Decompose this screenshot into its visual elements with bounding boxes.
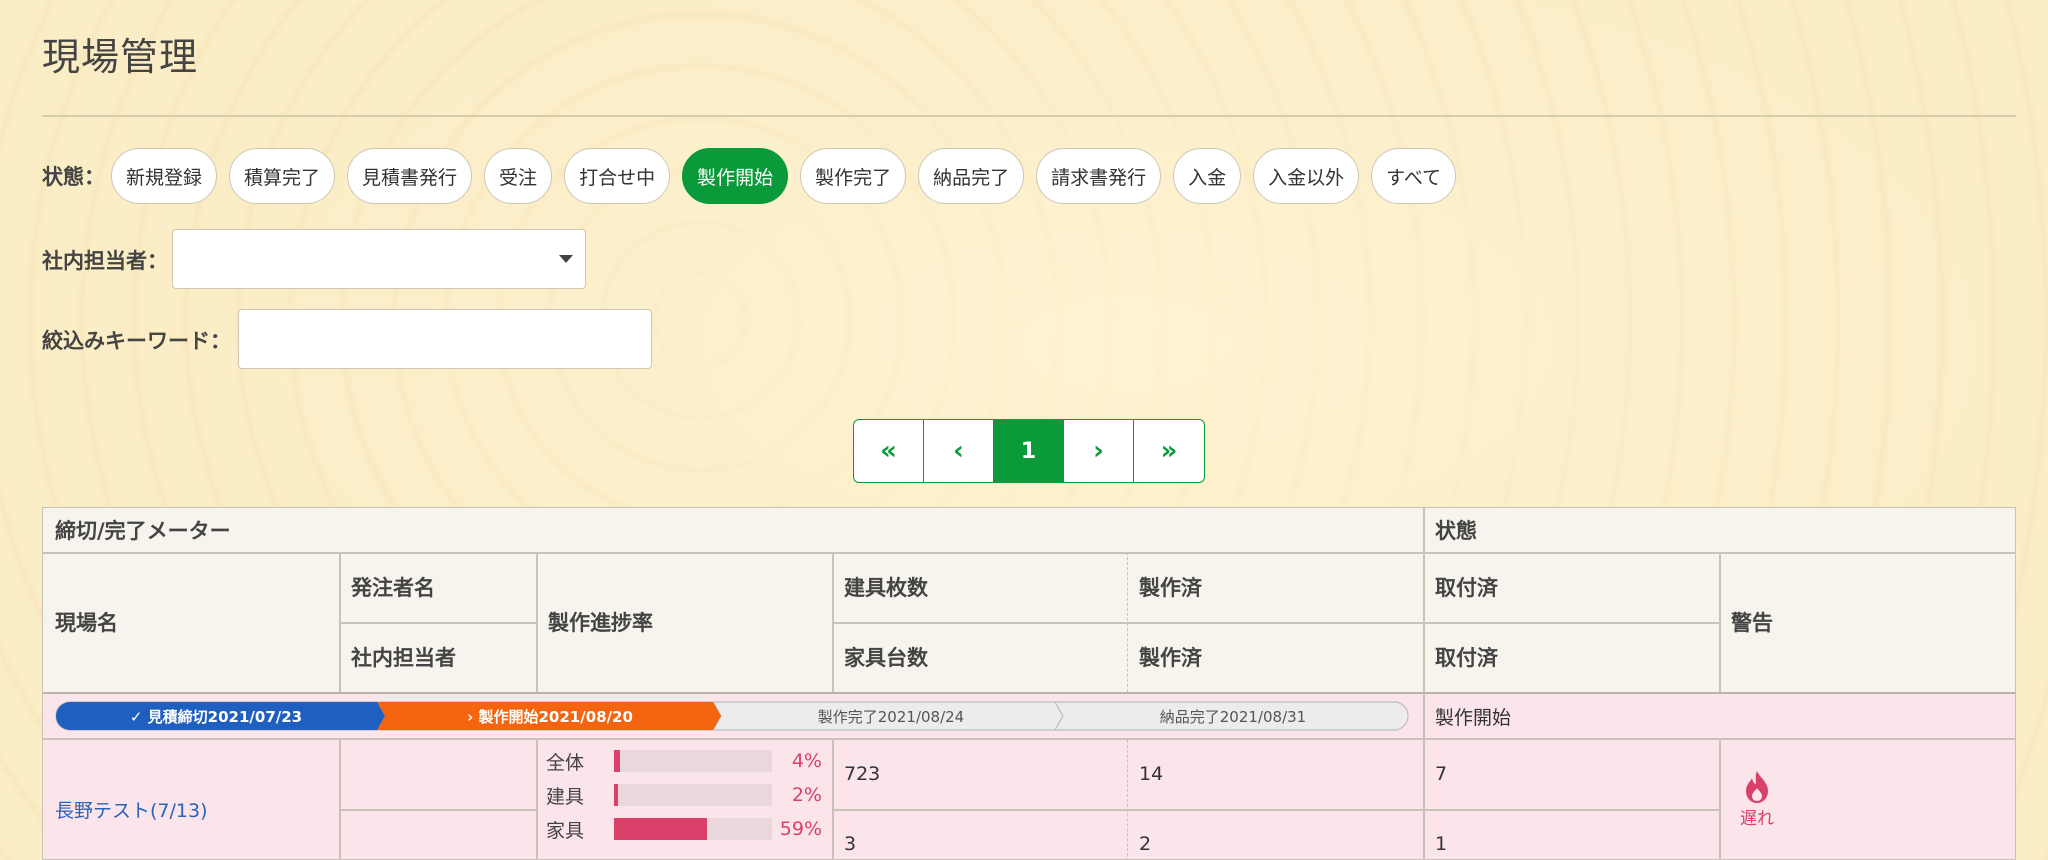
fire-icon: [1746, 771, 1768, 803]
divider: [832, 809, 1719, 811]
status-filter-label: 状態：: [42, 165, 105, 189]
status-filter: 状態： 新規登録 積算完了 見積書発行 受注 打合せ中 製作開始 製作完了 納品完了 請求書発行…: [42, 148, 1468, 204]
last-page-button[interactable]: »: [1134, 420, 1204, 482]
fitting-count-cell: 723: [844, 763, 881, 785]
progress-fill: [614, 784, 618, 806]
header-site-name: 現場名: [55, 611, 118, 635]
furniture-made-cell: 2: [1139, 833, 1152, 855]
header-installed-2: 取付済: [1435, 646, 1498, 670]
status-pill[interactable]: 受注: [484, 148, 553, 204]
milestone-production-start: › 製作開始2021/08/20: [467, 707, 633, 726]
first-page-button[interactable]: «: [854, 420, 924, 482]
progress-row: 全体 4%: [546, 748, 822, 774]
divider: [832, 740, 834, 859]
milestone-bar: ✓ 見積締切2021/07/23 › 製作開始2021/08/20 製作完了20…: [55, 701, 1409, 731]
divider: [536, 552, 538, 692]
site-name-cell: 長野テスト(7/13): [43, 740, 339, 859]
keyword-filter-label: 絞込みキーワード：: [42, 329, 231, 353]
header-progress: 製作進捗率: [548, 611, 653, 635]
site-name-link[interactable]: 長野テスト(7/13): [55, 796, 208, 823]
progress-fill: [614, 750, 621, 772]
divider: [1719, 552, 1721, 692]
staff-select[interactable]: [172, 229, 586, 289]
header-status: 状態: [1435, 519, 1477, 543]
divider: [536, 740, 538, 859]
status-pill[interactable]: 入金以外: [1253, 148, 1360, 204]
status-pill[interactable]: すべて: [1371, 148, 1457, 204]
divider: [1127, 740, 1128, 859]
status-pill[interactable]: 納品完了: [918, 148, 1025, 204]
orderer-cell: [339, 740, 536, 808]
chevron-down-icon: [559, 255, 573, 263]
progress-label: 家具: [546, 819, 585, 842]
status-pill[interactable]: 製作完了: [800, 148, 907, 204]
status-pill[interactable]: 新規登録: [111, 148, 218, 204]
progress-row: 家具 59%: [546, 816, 822, 842]
warning-label: 遅れ: [1740, 809, 1774, 829]
fitting-installed-cell: 7: [1435, 763, 1448, 785]
divider: [339, 552, 341, 692]
progress-percent: 4%: [791, 750, 822, 772]
next-page-button[interactable]: ›: [1064, 420, 1134, 482]
divider: [832, 552, 834, 692]
progress-track: [614, 818, 772, 840]
progress-label: 全体: [546, 751, 585, 774]
row-status: 製作開始: [1435, 706, 1512, 729]
milestone-estimate-deadline: ✓ 見積締切2021/07/23: [129, 707, 303, 726]
progress-row: 建具 2%: [546, 782, 822, 808]
divider: [339, 809, 536, 811]
status-pill[interactable]: 打合せ中: [564, 148, 671, 204]
header-staff: 社内担当者: [351, 646, 456, 670]
status-pill[interactable]: 請求書発行: [1036, 148, 1162, 204]
header-made-1: 製作済: [1139, 576, 1202, 600]
divider: [339, 740, 341, 859]
status-pill-group: 新規登録 積算完了 見積書発行 受注 打合せ中 製作開始 製作完了 納品完了 請求書発行 入金 入金…: [111, 148, 1468, 204]
keyword-input[interactable]: [238, 309, 652, 369]
progress-track: [614, 750, 772, 772]
header-warning: 警告: [1731, 611, 1773, 635]
progress-percent: 2%: [791, 784, 822, 806]
furniture-installed-cell: 1: [1435, 833, 1448, 855]
divider: [832, 622, 1719, 624]
warning-cell: 遅れ: [1719, 770, 1795, 829]
progress-track: [614, 784, 772, 806]
fitting-made-cell: 14: [1139, 763, 1164, 785]
prev-page-button[interactable]: ‹: [924, 420, 994, 482]
header-orderer: 発注者名: [351, 576, 435, 600]
site-table: 締切/完了メーター 状態 現場名 発注者名 社内担当者 製作進捗率 建具枚数 家…: [42, 507, 2016, 860]
header-fitting-count: 建具枚数: [844, 576, 928, 600]
staff-cell: [339, 810, 536, 859]
staff-filter-label: 社内担当者：: [42, 249, 168, 273]
header-furniture-count: 家具台数: [844, 646, 928, 670]
milestone-delivery-complete: 納品完了2021/08/31: [1159, 707, 1307, 726]
header-meter: 締切/完了メーター: [55, 519, 231, 543]
header-installed-1: 取付済: [1435, 576, 1498, 600]
divider: [339, 622, 536, 624]
divider: [1127, 552, 1128, 692]
furniture-count-cell: 3: [844, 833, 857, 855]
progress-label: 建具: [546, 785, 585, 808]
header-made-2: 製作済: [1139, 646, 1202, 670]
pagination: « ‹ 1 › »: [853, 419, 1205, 483]
page-title: 現場管理: [42, 35, 199, 79]
status-pill[interactable]: 積算完了: [229, 148, 336, 204]
status-pill[interactable]: 入金: [1173, 148, 1242, 204]
title-divider: [42, 115, 2016, 117]
current-page-button[interactable]: 1: [994, 420, 1064, 482]
divider: [1719, 740, 1721, 859]
milestone-production-complete: 製作完了2021/08/24: [817, 707, 965, 726]
progress-percent: 59%: [779, 818, 822, 840]
progress-fill: [614, 818, 708, 840]
status-pill[interactable]: 見積書発行: [347, 148, 473, 204]
status-pill[interactable]: 製作開始: [682, 148, 789, 204]
